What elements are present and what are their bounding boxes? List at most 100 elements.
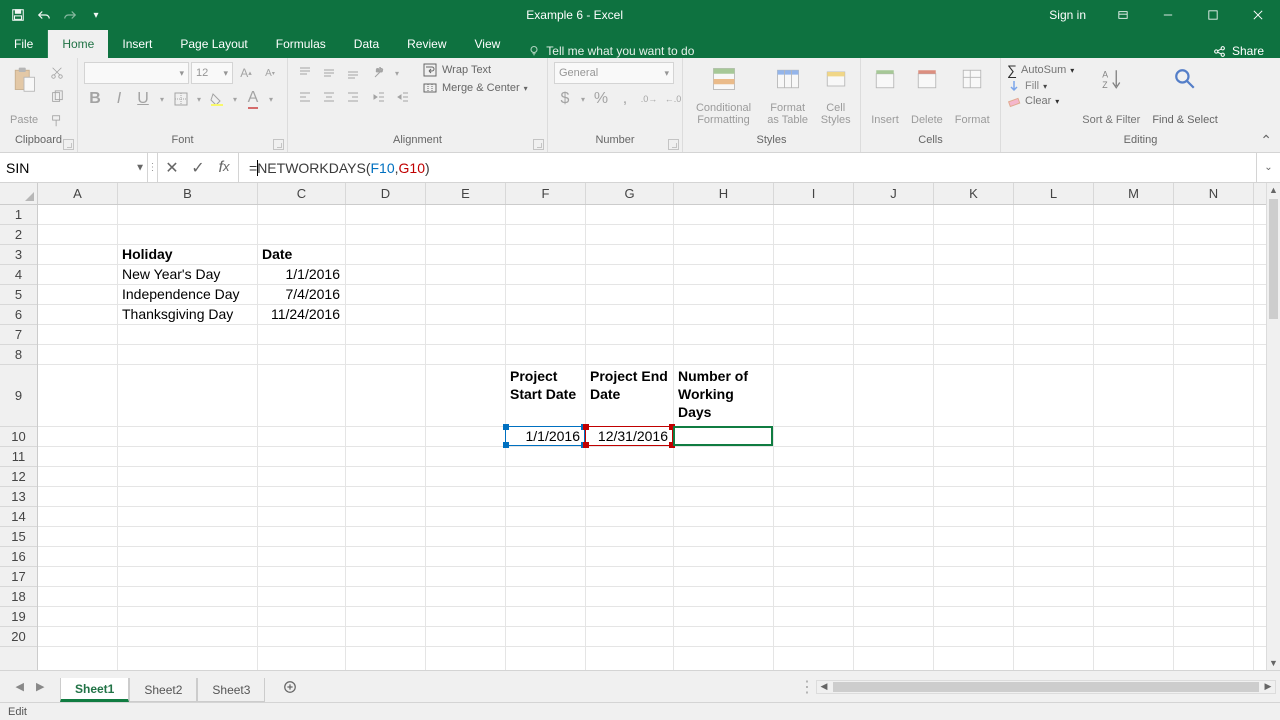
align-middle-icon[interactable]: [318, 62, 340, 84]
row-header-18[interactable]: 18: [0, 587, 37, 607]
row-header-13[interactable]: 13: [0, 487, 37, 507]
align-right-icon[interactable]: [342, 86, 364, 108]
comma-icon[interactable]: ,: [614, 88, 636, 110]
find-select-button[interactable]: Find & Select: [1148, 62, 1221, 128]
tab-insert[interactable]: Insert: [108, 30, 166, 58]
col-header-M[interactable]: M: [1094, 183, 1174, 204]
col-header-H[interactable]: H: [674, 183, 774, 204]
scroll-up-icon[interactable]: ▲: [1267, 183, 1280, 197]
decrease-indent-icon[interactable]: [368, 86, 390, 108]
active-cell[interactable]: [673, 426, 773, 446]
decrease-font-icon[interactable]: A▾: [259, 62, 281, 84]
paste-button[interactable]: Paste: [6, 62, 42, 128]
clipboard-launcher[interactable]: [63, 139, 74, 150]
signin-link[interactable]: Sign in: [1035, 8, 1100, 22]
tab-page-layout[interactable]: Page Layout: [166, 30, 261, 58]
underline-icon[interactable]: U: [132, 88, 154, 110]
tabs-scroll-divider[interactable]: ⋮: [802, 677, 812, 697]
increase-indent-icon[interactable]: [392, 86, 414, 108]
tell-me-search[interactable]: Tell me what you want to do: [514, 44, 694, 58]
cell-styles-button[interactable]: Cell Styles: [817, 62, 854, 128]
scroll-left-icon[interactable]: ◀: [817, 681, 831, 693]
italic-icon[interactable]: I: [108, 88, 130, 110]
close-button[interactable]: [1235, 0, 1280, 30]
align-center-icon[interactable]: [318, 86, 340, 108]
fx-icon[interactable]: fx: [216, 159, 232, 177]
row-header-1[interactable]: 1: [0, 205, 37, 225]
align-bottom-icon[interactable]: [342, 62, 364, 84]
alignment-launcher[interactable]: [533, 139, 544, 150]
merge-center-button[interactable]: Merge & Center ▾: [422, 80, 528, 96]
cell-G9[interactable]: Project End Date: [586, 365, 672, 425]
cells-grid[interactable]: HolidayDateNew Year's Day1/1/2016Indepen…: [38, 205, 1266, 670]
fontcolor-dd[interactable]: ▾: [266, 88, 276, 110]
col-header-I[interactable]: I: [774, 183, 854, 204]
col-header-C[interactable]: C: [258, 183, 346, 204]
expand-formula-bar-icon[interactable]: ⌄: [1256, 153, 1280, 182]
cell-C4[interactable]: 1/1/2016: [258, 265, 344, 283]
cell-H9[interactable]: Number of Working Days: [674, 365, 772, 425]
align-top-icon[interactable]: [294, 62, 316, 84]
fill-dd[interactable]: ▾: [230, 88, 240, 110]
name-box[interactable]: SIN ▼: [0, 153, 148, 182]
cell-C6[interactable]: 11/24/2016: [258, 305, 344, 323]
col-header-K[interactable]: K: [934, 183, 1014, 204]
number-launcher[interactable]: [668, 139, 679, 150]
font-color-icon[interactable]: A: [242, 88, 264, 110]
row-header-16[interactable]: 16: [0, 547, 37, 567]
share-button[interactable]: Share: [1197, 44, 1280, 58]
currency-dd[interactable]: ▾: [578, 88, 588, 110]
col-header-J[interactable]: J: [854, 183, 934, 204]
scroll-down-icon[interactable]: ▼: [1267, 656, 1280, 670]
orient-dd[interactable]: ▾: [392, 62, 402, 84]
scroll-right-icon[interactable]: ▶: [1261, 681, 1275, 693]
delete-cells-button[interactable]: Delete: [907, 62, 947, 128]
tab-file[interactable]: File: [0, 30, 48, 58]
increase-decimal-icon[interactable]: .0→: [638, 88, 660, 110]
row-header-15[interactable]: 15: [0, 527, 37, 547]
fill-color-icon[interactable]: [206, 88, 228, 110]
row-header-10[interactable]: 10: [0, 427, 37, 447]
cell-C5[interactable]: 7/4/2016: [258, 285, 344, 303]
select-all-corner[interactable]: [0, 183, 38, 205]
tab-formulas[interactable]: Formulas: [262, 30, 340, 58]
redo-icon[interactable]: [58, 3, 82, 27]
row-header-7[interactable]: 7: [0, 325, 37, 345]
row-header-12[interactable]: 12: [0, 467, 37, 487]
tab-view[interactable]: View: [461, 30, 515, 58]
horizontal-scrollbar[interactable]: ◀ ▶: [816, 680, 1276, 694]
sheet-nav[interactable]: ◀▶: [0, 680, 60, 693]
col-header-D[interactable]: D: [346, 183, 426, 204]
save-icon[interactable]: [6, 3, 30, 27]
tab-data[interactable]: Data: [340, 30, 393, 58]
row-header-17[interactable]: 17: [0, 567, 37, 587]
col-header-B[interactable]: B: [118, 183, 258, 204]
cell-B6[interactable]: Thanksgiving Day: [118, 305, 256, 323]
col-header-G[interactable]: G: [586, 183, 674, 204]
sheet-tab-sheet2[interactable]: Sheet2: [129, 678, 197, 702]
vertical-scrollbar[interactable]: ▲ ▼: [1266, 183, 1280, 670]
tab-review[interactable]: Review: [393, 30, 460, 58]
qat-customize-icon[interactable]: ▾: [84, 3, 108, 27]
row-header-6[interactable]: 6: [0, 305, 37, 325]
maximize-button[interactable]: [1190, 0, 1235, 30]
cell-B3[interactable]: Holiday: [118, 245, 256, 263]
underline-dd[interactable]: ▾: [156, 88, 168, 110]
wrap-text-button[interactable]: Wrap Text: [422, 62, 528, 78]
currency-icon[interactable]: $: [554, 88, 576, 110]
add-sheet-button[interactable]: [275, 680, 305, 694]
row-header-5[interactable]: 5: [0, 285, 37, 305]
formula-bar[interactable]: =NETWORKDAYS(F10,G10): [239, 153, 1256, 182]
row-header-11[interactable]: 11: [0, 447, 37, 467]
format-as-table-button[interactable]: Format as Table: [762, 62, 813, 128]
cancel-formula-icon[interactable]: ✕: [164, 158, 180, 178]
enter-formula-icon[interactable]: ✓: [190, 158, 206, 178]
bold-icon[interactable]: B: [84, 88, 106, 110]
cell-B5[interactable]: Independence Day: [118, 285, 256, 303]
minimize-button[interactable]: [1145, 0, 1190, 30]
cell-B4[interactable]: New Year's Day: [118, 265, 256, 283]
orientation-icon[interactable]: ab: [368, 62, 390, 84]
borders-icon[interactable]: [170, 88, 192, 110]
row-header-9[interactable]: 9: [0, 365, 37, 427]
row-header-2[interactable]: 2: [0, 225, 37, 245]
